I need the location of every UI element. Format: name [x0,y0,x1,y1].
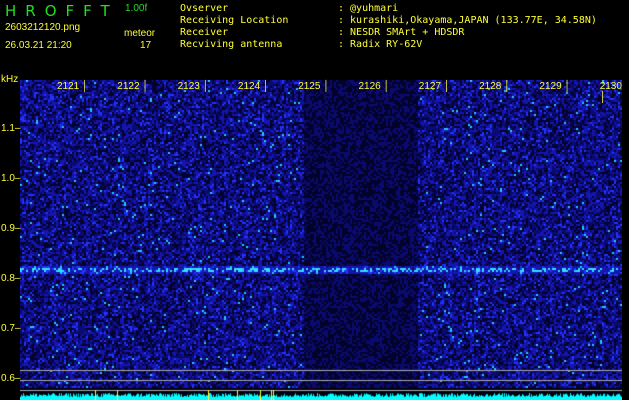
info-value: : @yuhmari [338,3,399,15]
info-key: Receiver [180,27,229,39]
x-tick-label: 2127 │ [418,81,451,92]
y-tick-label: 0.6– [1,373,21,384]
x-tick-label: 2123 │ [177,81,209,92]
y-tick-label: 0.8– [1,273,21,284]
x-tick-label: 2122 │ [117,81,149,92]
info-value: : kurashiki,Okayama,JAPAN (133.77E, 34.5… [338,15,597,27]
x-tick-label: 2126 │ [358,81,390,92]
x-tick-label: 2124 │ [237,81,270,92]
app-logo: HROFFT [5,2,119,20]
info-key: Ovserver [180,3,229,15]
version-label: 1.00f [125,3,148,14]
y-axis-unit: kHz [1,74,19,85]
station-info: Ovserver : @yuhmari Receiving Location :… [180,3,629,53]
y-tick-label: 0.7– [1,323,21,334]
x-tick-label: 2128 │ [479,81,511,92]
info-value: : NESDR SMArt + HDSDR [338,27,465,39]
x-tick-label: 2130 │ [599,81,622,103]
y-tick-label: 1.1– [1,123,21,134]
info-value: : Radix RY-62V [338,39,423,51]
meteor-count: 17 [140,40,152,51]
info-key: Receiving Location [180,15,289,27]
x-tick-label: 2129 │ [539,81,571,92]
waterfall-spectrogram [20,80,622,400]
x-tick-label: 2125 │ [298,81,330,92]
y-tick-label: 0.9– [1,223,21,234]
datetime-label: 26.03.21 21:20 [5,40,72,51]
y-tick-label: 1.0– [1,173,21,184]
x-tick-label: 2121 │ [57,81,89,92]
mode-label: meteor [124,28,156,39]
info-key: Recviving antenna [180,39,283,51]
filename-label: 2603212120.png [5,22,81,33]
